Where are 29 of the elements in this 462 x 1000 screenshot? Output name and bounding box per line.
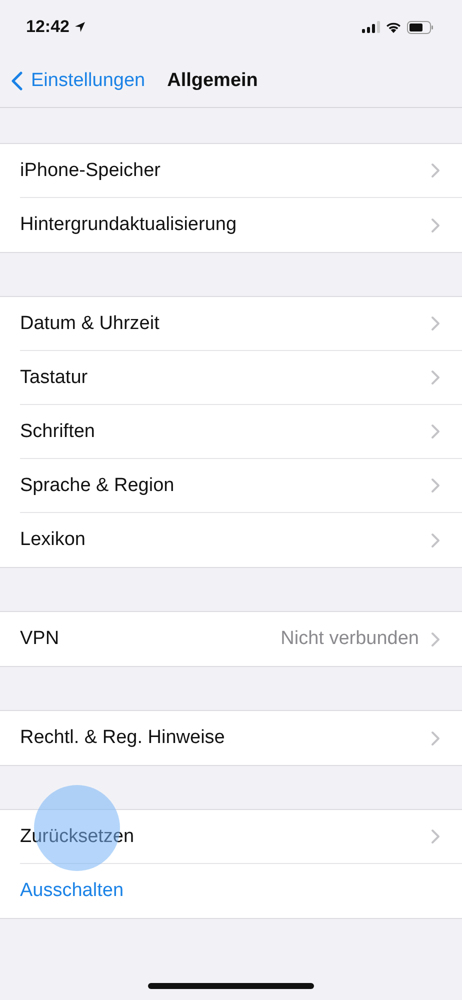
wifi-icon [385,21,402,33]
settings-row[interactable]: Datum & Uhrzeit [20,297,462,351]
settings-row[interactable]: Rechtl. & Reg. Hinweise [20,711,462,765]
settings-row[interactable]: Schriften [20,405,462,459]
chevron-icon [431,829,440,844]
settings-row[interactable]: Tastatur [20,351,462,405]
settings-row[interactable]: Sprache & Region [20,459,462,513]
signal-icon [362,21,380,33]
settings-row[interactable]: VPN Nicht verbunden [20,612,462,666]
location-arrow-icon [74,21,86,33]
settings-row[interactable]: Hintergrundaktualisierung [20,198,462,252]
back-link[interactable]: Einstellungen [11,70,146,92]
chevron-icon [431,632,440,646]
chevron-icon [431,316,440,331]
settings-row[interactable]: iPhone-Speicher [20,144,462,198]
chevron-icon [431,532,440,548]
chevron-icon [431,730,440,746]
chevron-icon [431,424,440,439]
battery-icon [407,20,434,34]
chevron-icon [431,163,440,178]
chevron-icon [431,478,440,493]
settings-row[interactable]: Ausschalten [20,864,462,918]
nav-title: Allgemein [167,70,258,92]
status-time: 12:42 [26,17,70,37]
chevron-icon [431,370,440,385]
settings-row[interactable]: Lexikon [20,513,462,567]
chevron-icon [431,218,440,232]
back-chevron-icon [11,70,23,90]
row-value: Nicht verbunden [280,628,419,650]
